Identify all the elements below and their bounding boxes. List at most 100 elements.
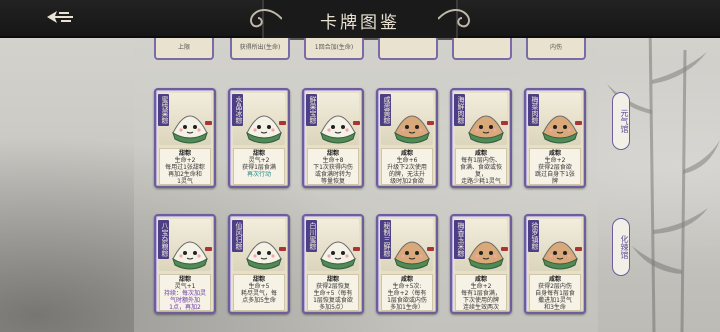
card-effect-line: 生命+6 xyxy=(396,157,418,164)
card-effect-line: 多加1生命） xyxy=(390,304,424,311)
card-effect-line: 下次使用的牌 xyxy=(462,297,499,304)
card-type: 甜粽 xyxy=(178,276,191,283)
card-effect-line: 级时加2食欲 xyxy=(390,178,424,185)
card-effect-line: 获得2层内伤 xyxy=(538,283,572,290)
card-type: 咸粽 xyxy=(548,276,561,283)
card-description: 甜粽 生命+2 每用过1张甜粽 再加2生命和 1灵气 xyxy=(159,148,211,185)
zongzi-card[interactable]: 海鲜肉粽 咸粽每有1层内伤、食满、食欲或恢复，走路少耗1灵气恢复4次: 生命+5 xyxy=(450,88,512,188)
cloud-ornament-icon xyxy=(250,9,282,28)
partial-card[interactable] xyxy=(378,38,438,60)
card-type: 咸粽 xyxy=(474,276,487,283)
zongzi-card[interactable]: 鲜果宝粽 甜粽 生命+8 下1次获得内伤 或食满时转为 等量恢复 xyxy=(302,88,364,188)
card-effect-line: 和3生命 xyxy=(544,304,566,311)
zongzi-character-icon xyxy=(542,241,582,270)
zongzi-card[interactable]: 咸蛋黄粽 咸粽 生命+6 升级下2次使用 的牌，无法升 级时加2食欲 xyxy=(376,88,438,188)
zongzi-character-icon xyxy=(246,241,286,270)
card-effect-line: 获得2层食欲 xyxy=(538,164,572,171)
card-effect-line: 灵气+2 xyxy=(248,157,270,164)
card-description: 咸粽 获得2层内伤 自身每有1层食 撒进加1灵气 和3生命 xyxy=(529,274,581,311)
section-tag-yuanqi[interactable]: 元气馆 xyxy=(612,92,630,150)
zongzi-character-icon xyxy=(246,115,286,144)
card-effect-line: 升级下2次使用 xyxy=(387,164,427,171)
zongzi-character-icon xyxy=(468,241,508,270)
zongzi-card[interactable]: 蜜饯果粽 甜粽 生命+2 每用过1张甜粽 再加2生命和 1灵气 xyxy=(154,88,216,188)
zongzi-character-icon xyxy=(320,241,360,270)
partial-card[interactable]: 获得所出(生命) xyxy=(230,38,290,60)
partial-card[interactable] xyxy=(452,38,512,60)
card-effect-highlight: 再次行动 xyxy=(246,171,271,178)
card-effect-line: 获得2层恢复 xyxy=(316,283,350,290)
zongzi-character-icon xyxy=(394,241,434,270)
card-effect-line: 1层食欲或内伤 xyxy=(387,297,427,304)
card-type: 甜粽 xyxy=(326,150,339,157)
card-effect-line: 生命+2 xyxy=(174,157,196,164)
card-name: 梅菜肉粽 xyxy=(528,94,539,126)
card-effect-line: 生命+8 xyxy=(322,157,344,164)
card-effect-keyword: 持续：每次加灵 xyxy=(163,290,206,297)
card-effect-line: 生命+5 xyxy=(248,283,270,290)
card-name: 蜜饯果粽 xyxy=(158,94,169,126)
bamboo-decoration xyxy=(607,20,720,332)
zongzi-card[interactable]: 仙风归粽 甜粽 生命+5 耗尽灵气，每 点多加5生命 xyxy=(228,214,290,314)
cloud-ornament-icon xyxy=(438,9,470,28)
card-description: 甜粽 灵气+2 获得1层食满 再次行动 xyxy=(233,148,285,185)
card-type: 甜粽 xyxy=(326,276,339,283)
card-effect-line: 牌 xyxy=(551,178,558,185)
card-effect-line: 1层恢复或食欲 xyxy=(313,297,353,304)
card-effect-line: 每有1层食满， xyxy=(461,290,501,297)
card-description: 咸粽 生命+2 获得2层食欲 跳过自身下1张牌 xyxy=(529,148,581,185)
card-type: 咸粽 xyxy=(474,150,487,157)
card-effect-line: 生命+5（每有 xyxy=(313,290,353,297)
zongzi-character-icon xyxy=(320,115,360,144)
card-type: 甜粽 xyxy=(252,276,265,283)
card-effect-line: 点多加5生命 xyxy=(242,297,276,304)
card-name: 仙风归粽 xyxy=(232,220,243,252)
partial-card[interactable]: 内伤 xyxy=(526,38,586,60)
card-effect-line: 生命+2 xyxy=(470,283,492,290)
card-type: 咸粽 xyxy=(400,276,413,283)
card-effect-line: 跳过自身下1张 xyxy=(535,171,575,178)
card-description: 咸粽每有1层内伤、食满、食欲或恢复，走路少耗1灵气恢复4次: 生命+5 xyxy=(455,148,507,185)
zongzi-card[interactable]: 梅菜肉粽 咸粽 生命+2 获得2层食欲 跳过自身下1张牌 xyxy=(524,88,586,188)
card-effect-line: 生命+2 xyxy=(544,157,566,164)
card-type: 咸粽 xyxy=(400,150,413,157)
card-type: 咸粽 xyxy=(548,150,561,157)
card-effect-line: 获得1层食满 xyxy=(242,164,276,171)
card-effect-line: 走路少耗1灵气 xyxy=(461,178,501,185)
page-title: 卡牌图鉴 xyxy=(320,12,400,33)
card-name: 咸蛋黄粽 xyxy=(380,94,391,126)
card-description: 咸粽 生命+5次: 生命+2（每有 1层食欲或内伤 多加1生命） xyxy=(381,274,433,311)
card-effect-line: 食满、食欲或恢复， xyxy=(459,164,502,178)
card-name: 鲜果宝粽 xyxy=(306,94,317,126)
back-button[interactable] xyxy=(40,5,80,29)
card-effect-line: 生命+2（每有 xyxy=(387,290,427,297)
zongzi-character-icon xyxy=(394,115,434,144)
card-effect-line: 自身每有1层食 xyxy=(535,290,575,297)
card-name: 秘制三鲜粽 xyxy=(380,220,391,259)
card-effect-line: 灵气+1 xyxy=(174,283,196,290)
card-description: 咸粽 生命+6 升级下2次使用 的牌，无法升 级时加2食欲 xyxy=(381,148,433,185)
card-effect-line: 耗尽灵气，每 xyxy=(240,290,277,297)
card-effect-line: 1灵气 xyxy=(177,178,193,185)
card-name: 水晶冰粽 xyxy=(232,94,243,126)
zongzi-card[interactable]: 梅香玉米粽 咸粽 生命+2 每有1层食满， 下次使用的牌 连续生效两次 xyxy=(450,214,512,314)
card-type: 甜粽 xyxy=(178,150,191,157)
section-tag-hualao[interactable]: 化辣馆 xyxy=(612,218,630,276)
card-name: 梅香玉米粽 xyxy=(454,220,465,259)
card-effect-line: 生命+5次: xyxy=(392,283,422,290)
back-arrow-icon xyxy=(47,11,73,23)
card-name: 白川蜜粽 xyxy=(306,220,317,252)
zongzi-card[interactable]: 水晶冰粽 甜粽 灵气+2 获得1层食满 再次行动 xyxy=(228,88,290,188)
zongzi-card[interactable]: 秘制三鲜粽 咸粽 生命+5次: 生命+2（每有 1层食欲或内伤 多加1生命） xyxy=(376,214,438,314)
zongzi-card[interactable]: 白川蜜粽 甜粽 获得2层恢复 生命+5（每有 1层恢复或食欲 多加5点） xyxy=(302,214,364,314)
card-name: 海鲜肉粽 xyxy=(454,94,465,126)
card-effect-line: 多加5点） xyxy=(319,304,347,311)
card-effect-line: 每有1层内伤、 xyxy=(461,157,501,164)
zongzi-card[interactable]: 徐罗镇粽 咸粽 获得2层内伤 自身每有1层食 撒进加1灵气 和3生命 xyxy=(524,214,586,314)
card-description: 甜粽 生命+8 下1次获得内伤 或食满时转为 等量恢复 xyxy=(307,148,359,185)
zongzi-card[interactable]: 八宝杂粮粽 甜粽灵气+1持续：每次加灵气时额外加1点，再加2生命 xyxy=(154,214,216,314)
card-description: 咸粽 生命+2 每有1层食满， 下次使用的牌 连续生效两次 xyxy=(455,274,507,311)
partial-card-row: 上限 获得所出(生命) 1回合加(生命) 内伤 xyxy=(134,38,598,64)
partial-card[interactable]: 上限 xyxy=(154,38,214,60)
partial-card[interactable]: 1回合加(生命) xyxy=(304,38,364,60)
